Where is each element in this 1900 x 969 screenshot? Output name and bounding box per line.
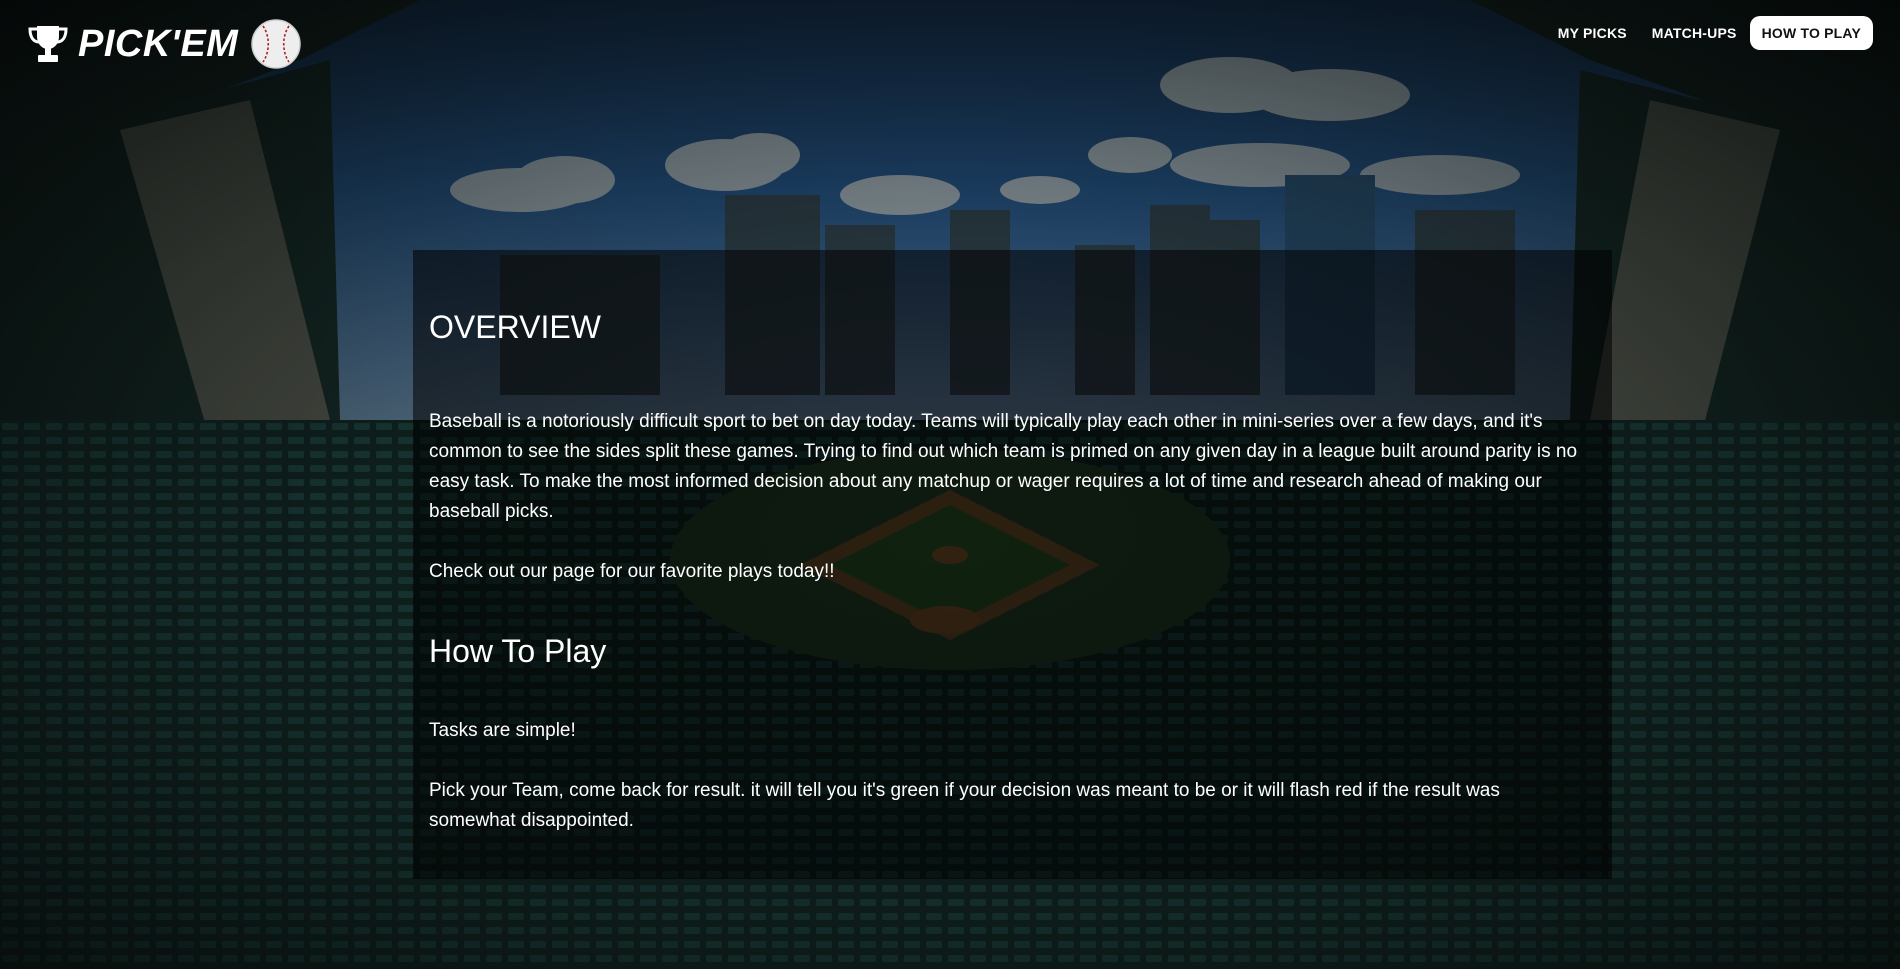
how-to-play-instructions: Pick your Team, come back for result. it… <box>429 780 1500 831</box>
baseball-icon <box>251 19 302 69</box>
content-panel: OVERVIEW Baseball is a notoriously diffi… <box>413 250 1612 879</box>
trophy-icon <box>28 26 68 62</box>
overview-paragraph: Baseball is a notoriously difficult spor… <box>429 411 1578 522</box>
page: PICK'EM MY PICKS MATCH-UPS HOW TO PLAY O… <box>0 0 1900 969</box>
how-to-play-intro: Tasks are simple! <box>429 720 576 741</box>
overview-title: OVERVIEW <box>429 309 601 345</box>
main-nav: MY PICKS MATCH-UPS HOW TO PLAY <box>1545 16 1873 50</box>
brand-logo[interactable]: PICK'EM <box>26 14 302 74</box>
nav-match-ups[interactable]: MATCH-UPS <box>1640 16 1749 50</box>
overview-cta-text: Check out our page for our favorite play… <box>429 561 835 582</box>
nav-how-to-play[interactable]: HOW TO PLAY <box>1749 16 1873 50</box>
brand-name: PICK'EM <box>78 22 239 65</box>
how-to-play-title: How To Play <box>429 633 607 669</box>
nav-my-picks[interactable]: MY PICKS <box>1546 16 1639 50</box>
